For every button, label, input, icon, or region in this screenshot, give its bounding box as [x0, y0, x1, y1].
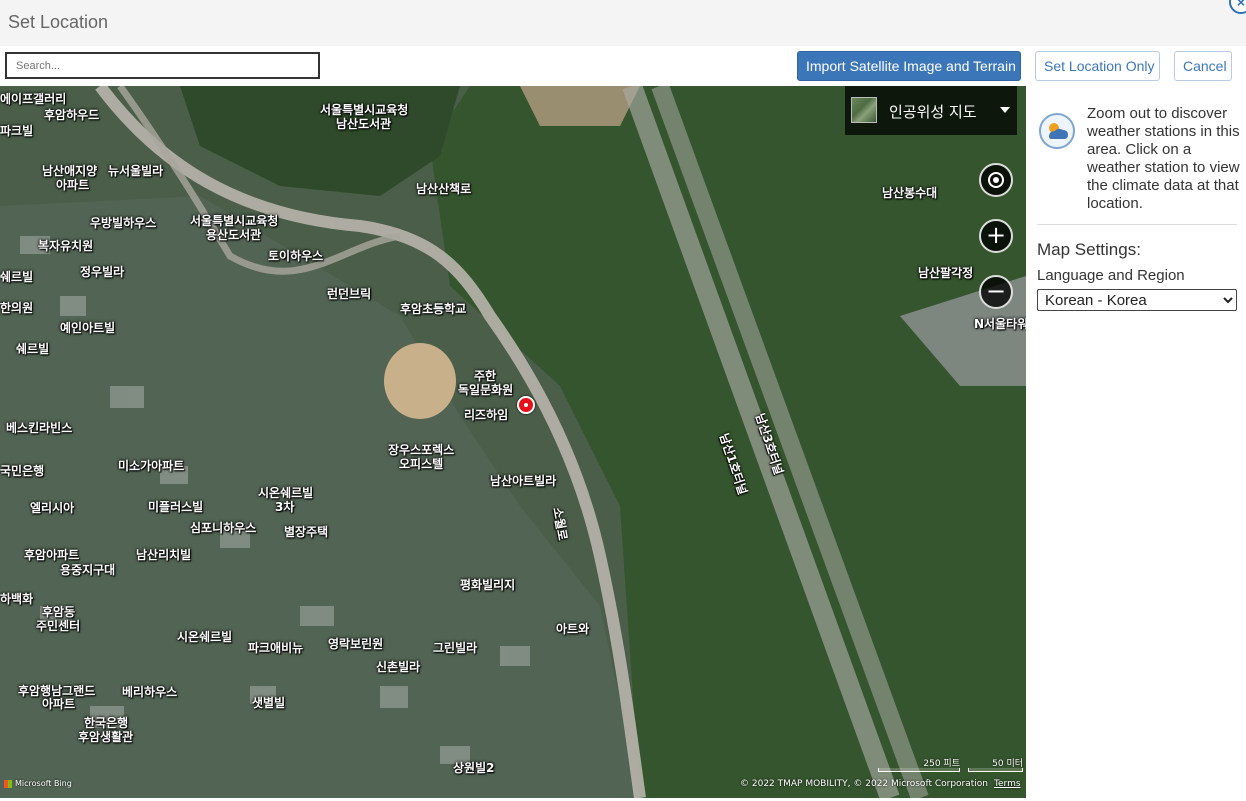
map-label: 엘리시아 — [30, 501, 75, 515]
map-label: N서울타워 — [974, 317, 1026, 331]
attribution-text: © 2022 TMAP MOBILITY, © 2022 Microsoft C… — [740, 779, 989, 789]
map-label: 남산도서관 — [336, 117, 392, 131]
map-label: 미플러스빌 — [148, 500, 204, 514]
map-label: 샛별빌 — [252, 696, 286, 710]
zoom-in-button[interactable]: + — [979, 219, 1013, 253]
map-label: 주민센터 — [36, 619, 81, 633]
map-label: 정우빌라 — [80, 265, 125, 279]
map-settings-title: Map Settings: — [1037, 240, 1141, 259]
map-label: 한의원 — [0, 301, 34, 315]
language-region-label: Language and Region — [1037, 267, 1185, 284]
map-label: 파크애비뉴 — [248, 641, 304, 655]
dialog-titlebar: Set Location × — [0, 0, 1246, 46]
map-label: 시온쉐르빌 — [177, 630, 233, 644]
map-label: 국민은행 — [0, 464, 45, 478]
plus-icon: + — [985, 221, 1007, 249]
language-region-select[interactable]: Korean - Korea — [1037, 289, 1237, 311]
map-type-label: 인공위성 지도 — [889, 103, 977, 121]
scale-bar-meters: 50 미터 — [968, 756, 1023, 772]
map-label: 에이프갤러리 — [0, 92, 67, 106]
cancel-button[interactable]: Cancel — [1174, 51, 1232, 81]
map-label: 후암생활관 — [78, 730, 134, 744]
map-type-selector[interactable]: 인공위성 지도 — [845, 86, 1017, 135]
bing-attribution: Microsoft Bing — [4, 779, 72, 788]
map-label: 오피스텔 — [399, 457, 444, 471]
scale-line — [878, 768, 960, 772]
map-label: 쉐르빌 — [0, 270, 34, 284]
map-label: 독일문화원 — [458, 383, 514, 397]
map-label: 런던브릭 — [327, 287, 372, 301]
scale-bar-feet: 250 피트 — [878, 756, 960, 772]
map-label: 영락보린원 — [328, 637, 384, 651]
map-label: 심포니하우스 — [190, 521, 257, 535]
chevron-down-icon — [1000, 107, 1010, 113]
terms-link[interactable]: Terms — [994, 779, 1021, 789]
map-label: 베스킨라빈스 — [6, 421, 73, 435]
close-icon[interactable]: × — [1229, 0, 1246, 14]
map-label: 신촌빌라 — [376, 660, 421, 674]
set-location-only-button[interactable]: Set Location Only — [1035, 51, 1160, 81]
map-label: 후암하우드 — [44, 108, 100, 122]
map-label: 남산산책로 — [416, 182, 472, 196]
map-label: 용산도서관 — [206, 228, 262, 242]
map-label: 그린빌라 — [433, 641, 478, 655]
map-label: 아트와 — [556, 622, 590, 636]
search-input[interactable] — [5, 52, 320, 79]
microsoft-logo-icon — [4, 779, 12, 788]
satellite-thumbnail-icon — [851, 97, 877, 123]
map-label: 용중지구대 — [60, 563, 116, 577]
map-label: 복자유치원 — [38, 239, 94, 253]
map-label: 남산아트빌라 — [490, 474, 557, 488]
side-panel: Zoom out to discover weather stations in… — [1026, 86, 1246, 798]
map-label: 후암초등학교 — [400, 302, 467, 316]
map-label: 3차 — [275, 500, 295, 514]
minus-icon: − — [985, 277, 1007, 305]
map-label: 평화빌리지 — [460, 578, 516, 592]
map-label: 미소가아파트 — [118, 459, 185, 473]
map-label: 리즈하임 — [464, 408, 509, 422]
map-label: 별장주택 — [284, 525, 329, 539]
map-label: 뉴서울빌라 — [108, 164, 164, 178]
map-label: 아파트 — [42, 697, 76, 711]
bing-label: Microsoft Bing — [15, 779, 72, 788]
map-label: 남산팔각정 — [918, 266, 974, 280]
map-label: 남산봉수대 — [882, 186, 938, 200]
map-label: 쉐르빌 — [16, 342, 50, 356]
locate-me-button[interactable] — [979, 163, 1013, 197]
map-attribution: © 2022 TMAP MOBILITY, © 2022 Microsoft C… — [740, 779, 1021, 789]
map-label: 예인아트빌 — [60, 321, 116, 335]
dialog-title: Set Location — [8, 12, 109, 32]
map-label: 우방빌하우스 — [90, 216, 157, 230]
map-label: 파크빌 — [0, 124, 34, 138]
map-label: 토이하우스 — [268, 249, 324, 263]
map-label: 남산리치빌 — [136, 548, 192, 562]
zoom-out-button[interactable]: − — [979, 275, 1013, 309]
divider — [1037, 224, 1237, 225]
weather-cloud-icon — [1039, 113, 1075, 149]
map-label: 하백화 — [0, 592, 34, 606]
map-label: 베리하우스 — [122, 685, 178, 699]
map-label: 상원빌2 — [453, 761, 495, 775]
map-label: 아파트 — [56, 178, 90, 192]
scale-line — [968, 768, 1023, 772]
weather-stations-info: Zoom out to discover weather stations in… — [1087, 105, 1240, 212]
import-satellite-button[interactable]: Import Satellite Image and Terrain — [797, 51, 1021, 81]
satellite-map[interactable]: 에이프갤러리 후암하우드 서울특별시교육청 남산도서관 파크빌 남산애지양 아파… — [0, 86, 1026, 798]
locate-icon — [988, 172, 1004, 188]
location-pin-icon[interactable] — [517, 396, 535, 414]
